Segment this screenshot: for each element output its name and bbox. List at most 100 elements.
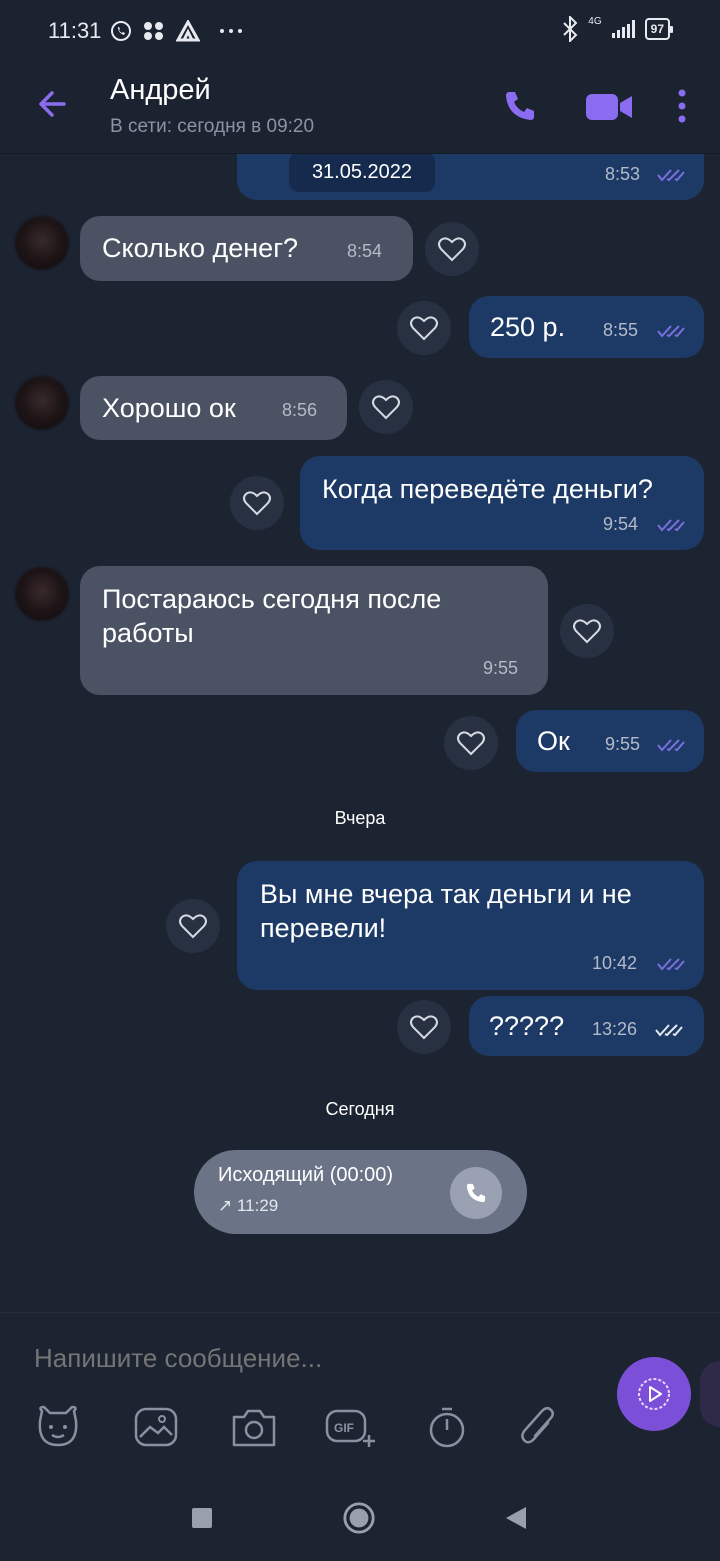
more-options-icon[interactable] xyxy=(668,84,696,128)
camera-icon xyxy=(232,1409,276,1447)
like-button[interactable] xyxy=(359,380,413,434)
voice-message-button[interactable] xyxy=(617,1357,691,1431)
read-ticks-icon xyxy=(657,739,685,752)
message-bubble-incoming[interactable]: Сколько денег? 8:54 xyxy=(80,216,413,281)
message-text: Постараюсь сегодня после работы xyxy=(102,584,442,648)
system-icons: 4G 97 xyxy=(562,16,674,42)
message-time: 8:53 xyxy=(605,164,641,184)
heart-icon xyxy=(372,395,400,420)
message-bubble-outgoing[interactable]: Вы мне вчера так деньги и не перевели! 1… xyxy=(237,861,704,990)
signal-icon xyxy=(611,20,635,38)
play-circle-icon xyxy=(638,1378,670,1410)
read-ticks-icon xyxy=(657,958,685,971)
read-ticks-icon xyxy=(657,325,685,338)
triangle-back-icon xyxy=(506,1507,526,1529)
heart-icon xyxy=(410,1015,438,1040)
heart-icon xyxy=(457,731,485,756)
call-log-card[interactable]: Исходящий (00:00) ↗ 11:29 xyxy=(194,1150,527,1234)
message-list[interactable]: 31.05.2022 8:53 Сколько денег? 8:54 250 … xyxy=(0,154,720,1312)
like-button[interactable] xyxy=(444,716,498,770)
date-separator: Вчера xyxy=(334,808,386,828)
video-call-icon[interactable] xyxy=(584,86,636,126)
message-text: Сколько денег? xyxy=(102,233,299,263)
back-arrow-icon[interactable] xyxy=(34,86,70,122)
paperclip-icon xyxy=(521,1407,554,1444)
message-bubble-outgoing[interactable]: ????? 13:26 xyxy=(469,996,704,1056)
viber-icon xyxy=(111,21,131,41)
message-time: 9:55 xyxy=(483,658,519,678)
message-time: 8:55 xyxy=(603,320,639,340)
contact-status: В сети: сегодня в 09:20 xyxy=(110,116,315,137)
gif-button[interactable]: GIF xyxy=(325,1401,377,1453)
recents-button[interactable] xyxy=(186,1502,218,1534)
message-bubble-incoming[interactable]: Хорошо ок 8:56 xyxy=(80,376,347,440)
timer-icon xyxy=(429,1407,465,1448)
battery-icon: 97 xyxy=(644,18,674,40)
message-bubble-outgoing[interactable]: Ок 9:55 xyxy=(516,710,704,772)
circle-icon xyxy=(343,1502,375,1534)
timer-button[interactable] xyxy=(421,1401,473,1453)
contact-avatar[interactable] xyxy=(15,567,69,621)
network-type: 4G xyxy=(588,16,602,27)
bluetooth-icon xyxy=(563,16,578,42)
message-text: 250 р. xyxy=(490,312,566,342)
gif-icon: GIF xyxy=(325,1409,375,1447)
apps-icon xyxy=(144,22,163,40)
attach-button[interactable] xyxy=(512,1401,564,1453)
read-ticks-icon xyxy=(657,169,685,182)
message-text: 31.05.2022 xyxy=(289,154,435,192)
secondary-action-button[interactable] xyxy=(700,1361,720,1427)
heart-icon xyxy=(573,619,601,644)
message-bubble-incoming[interactable]: Постараюсь сегодня после работы 9:55 xyxy=(80,566,548,695)
clock: 11:31 xyxy=(48,18,102,43)
phone-call-icon[interactable] xyxy=(500,86,540,126)
call-time: ↗ 11:29 xyxy=(218,1196,279,1215)
date-separator: Сегодня xyxy=(325,1099,395,1119)
like-button[interactable] xyxy=(166,899,220,953)
message-text: Ок xyxy=(537,726,570,756)
like-button[interactable] xyxy=(230,476,284,530)
message-text: Когда переведёте деньги? xyxy=(322,474,653,504)
message-bubble-outgoing[interactable]: 31.05.2022 8:53 xyxy=(237,154,704,200)
message-text: Хорошо ок xyxy=(102,393,236,423)
vector-icon xyxy=(176,20,200,42)
more-dots-icon xyxy=(220,29,242,33)
message-bubble-outgoing[interactable]: 250 р. 8:55 xyxy=(469,296,704,358)
message-time: 9:55 xyxy=(605,734,641,754)
phone-icon xyxy=(466,1183,486,1203)
message-text: Вы мне вчера так деньги и не перевели! xyxy=(260,879,632,943)
status-bar: 11:31 4G 97 xyxy=(0,0,720,64)
call-title: Исходящий (00:00) xyxy=(218,1164,394,1186)
back-button[interactable] xyxy=(500,1502,532,1534)
home-button[interactable] xyxy=(343,1502,375,1534)
contact-avatar[interactable] xyxy=(15,216,69,270)
contact-name[interactable]: Андрей xyxy=(110,74,211,107)
message-time: 8:54 xyxy=(347,241,383,261)
like-button[interactable] xyxy=(425,222,479,276)
sticker-bear-icon xyxy=(38,1405,78,1447)
message-composer: GIF xyxy=(0,1312,720,1472)
call-back-button[interactable] xyxy=(450,1167,502,1219)
message-time: 8:56 xyxy=(282,400,318,420)
heart-icon xyxy=(438,237,466,262)
heart-icon xyxy=(179,914,207,939)
message-time: 10:42 xyxy=(592,953,638,973)
sticker-button[interactable] xyxy=(32,1401,84,1453)
contact-avatar[interactable] xyxy=(15,376,69,430)
like-button[interactable] xyxy=(560,604,614,658)
camera-button[interactable] xyxy=(228,1401,280,1453)
system-navigation-bar xyxy=(0,1472,720,1561)
message-bubble-outgoing[interactable]: Когда переведёте деньги? 9:54 xyxy=(300,456,704,550)
message-text: ????? xyxy=(489,1011,565,1041)
square-icon xyxy=(192,1508,212,1528)
like-button[interactable] xyxy=(397,1000,451,1054)
read-ticks-icon xyxy=(657,519,685,532)
heart-icon xyxy=(410,316,438,341)
heart-icon xyxy=(243,491,271,516)
gallery-button[interactable] xyxy=(130,1401,182,1453)
message-input[interactable] xyxy=(34,1343,534,1374)
gallery-icon xyxy=(134,1407,178,1447)
message-time: 9:54 xyxy=(603,514,639,534)
like-button[interactable] xyxy=(397,301,451,355)
read-ticks-icon xyxy=(655,1024,683,1037)
